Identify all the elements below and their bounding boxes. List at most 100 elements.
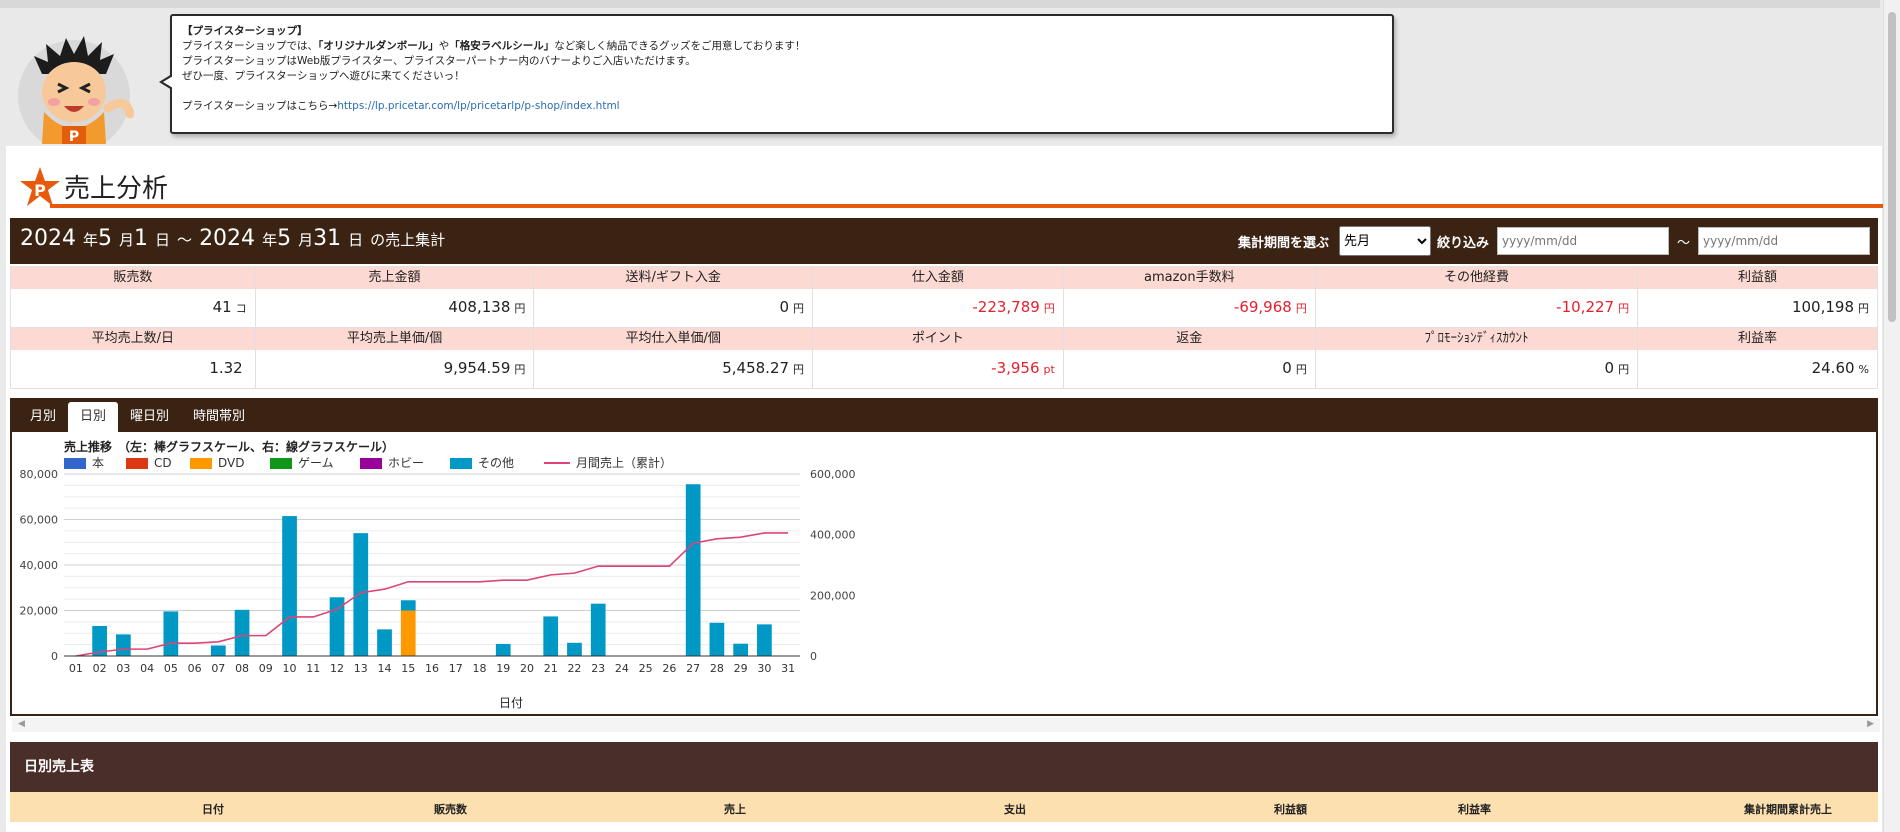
stat-label: ﾌﾟﾛﾓｰｼｮﾝﾃﾞｨｽｶｳﾝﾄ	[1315, 328, 1638, 350]
bar	[115, 634, 131, 656]
legend-label: 本	[92, 456, 104, 470]
x-tick-label: 20	[520, 662, 534, 675]
stat-label: 利益額	[1638, 267, 1877, 289]
horizontal-scrollbar[interactable]: ◀ ▶	[12, 718, 1880, 732]
x-tick-label: 03	[116, 662, 130, 675]
stat-label: 送料/ギフト入金	[534, 267, 813, 289]
stat-cell: ポイント -3,956 pt	[812, 327, 1064, 389]
notice-heading: 【プライスターショップ】	[182, 25, 308, 37]
stat-label: ポイント	[813, 328, 1063, 350]
col-profit-rate: 利益率	[1458, 803, 1491, 816]
notice-line1-mid: や	[438, 40, 450, 52]
y-tick-label: 60,000	[20, 514, 59, 527]
legend-label: ゲーム	[298, 456, 334, 470]
stat-unit: コ	[235, 302, 247, 315]
stat-label: 仕入金額	[813, 267, 1063, 289]
stat-value: -223,789	[972, 298, 1040, 316]
end-year: 2024	[199, 226, 256, 251]
legend-swatch	[360, 458, 382, 469]
tab-weekday[interactable]: 曜日別	[118, 402, 181, 432]
x-tick-label: 08	[235, 662, 249, 675]
stat-cell: 売上金額 408,138 円	[254, 266, 535, 328]
stat-value: 5,458.27	[722, 359, 790, 377]
col-sales: 売上	[724, 803, 746, 816]
bar	[400, 600, 416, 611]
y2-tick-label: 200,000	[810, 589, 856, 602]
mascot-logo-letter: P	[69, 129, 79, 144]
stat-value: 41	[212, 298, 232, 316]
stat-value: 0	[1282, 359, 1292, 377]
vertical-scrollbar[interactable]	[1883, 0, 1900, 832]
x-tick-label: 30	[757, 662, 771, 675]
chart-container: 80,000 60,000 40,000 20,000 0 600,000 400,000 2…	[12, 432, 1876, 714]
legend-swatch	[64, 458, 86, 469]
unit-month: 月	[119, 231, 135, 249]
stat-cell: 平均売上数/日 1.32	[10, 327, 256, 389]
filter-label: 絞り込み	[1436, 235, 1489, 251]
chart-bars	[92, 484, 772, 656]
stat-unit: 円	[793, 363, 805, 376]
bar	[543, 616, 559, 656]
period-select[interactable]: 先月	[1338, 226, 1431, 256]
stat-cell: その他経費 -10,227 円	[1314, 266, 1639, 328]
stat-unit: 円	[1295, 363, 1307, 376]
notice-line3: ぜひ一度、プライスターショップへ遊びに来てくださいっ！	[182, 70, 465, 82]
bar	[733, 643, 749, 656]
unit-day: 日	[155, 231, 171, 249]
period-controls: 集計期間を選ぶ 先月 絞り込み ～	[1238, 226, 1870, 256]
y-tick-label: 40,000	[20, 559, 59, 572]
x-tick-label: 06	[188, 662, 202, 675]
scrollbar-thumb[interactable]	[1888, 12, 1896, 322]
bar	[377, 629, 392, 656]
top-strip	[0, 0, 1880, 8]
bar	[495, 643, 511, 656]
period-label: 集計期間を選ぶ	[1237, 235, 1329, 251]
y2-tick-label: 400,000	[810, 529, 856, 542]
stat-unit: 円	[1295, 302, 1307, 315]
notice-line1-pre: プライスターショップでは、	[182, 40, 318, 52]
mascot-image: P	[14, 26, 135, 152]
stat-label: 平均売上単価/個	[255, 328, 534, 350]
chart-axes: 80,000 60,000 40,000 20,000 0 600,000 400,000 2…	[20, 468, 856, 675]
stat-unit: 円	[1618, 363, 1630, 376]
x-tick-label: 10	[283, 662, 297, 675]
logo-star-letter: P	[34, 181, 46, 200]
end-date-input[interactable]	[1698, 227, 1870, 255]
page-header: P 売上分析	[14, 166, 1890, 208]
stat-cell: 利益額 100,198 円	[1637, 266, 1878, 328]
tab-hourly[interactable]: 時間帯別	[181, 402, 257, 432]
bar	[282, 516, 297, 656]
stat-value: 0	[779, 298, 790, 316]
stat-label: 売上金額	[255, 267, 534, 289]
stat-cell: 販売数 41 コ	[10, 266, 256, 328]
scroll-left-arrow-icon[interactable]: ◀	[18, 719, 25, 729]
col-date: 日付	[202, 803, 224, 816]
scroll-right-arrow-icon[interactable]: ▶	[1867, 719, 1874, 729]
legend-label: その他	[478, 456, 514, 470]
x-tick-label: 16	[425, 662, 439, 675]
bar	[400, 610, 416, 656]
stat-value: 9,954.59	[443, 359, 511, 377]
stat-label: 平均仕入単価/個	[534, 328, 813, 350]
stat-value: 1.32	[209, 359, 243, 377]
logo-star-icon: P	[20, 167, 60, 206]
col-expense: 支出	[1004, 803, 1026, 816]
start-date-input[interactable]	[1496, 227, 1669, 255]
x-tick-label: 05	[164, 662, 178, 675]
unit-year: 年	[83, 231, 99, 249]
x-tick-label: 22	[567, 662, 581, 675]
notice-link-prefix: プライスターショップはこちら→	[182, 100, 338, 112]
end-month: 5	[277, 226, 292, 251]
shop-link[interactable]: https://lp.pricetar.com/lp/pricetarlp/p-…	[337, 100, 619, 112]
col-cumulative: 集計期間累計売上	[1744, 803, 1832, 816]
bar	[757, 624, 772, 656]
tab-monthly[interactable]: 月別	[18, 402, 68, 432]
sales-chart: 80,000 60,000 40,000 20,000 0 600,000 400,000 2…	[20, 439, 856, 710]
end-day: 31	[313, 226, 342, 251]
notice-line1-bold2: 「格安ラベルシール」	[449, 40, 555, 52]
start-month: 5	[98, 226, 113, 251]
tab-daily[interactable]: 日別	[68, 402, 119, 432]
bar	[567, 642, 582, 656]
y-tick-label: 20,000	[20, 605, 59, 618]
y2-tick-label: 600,000	[810, 468, 856, 481]
